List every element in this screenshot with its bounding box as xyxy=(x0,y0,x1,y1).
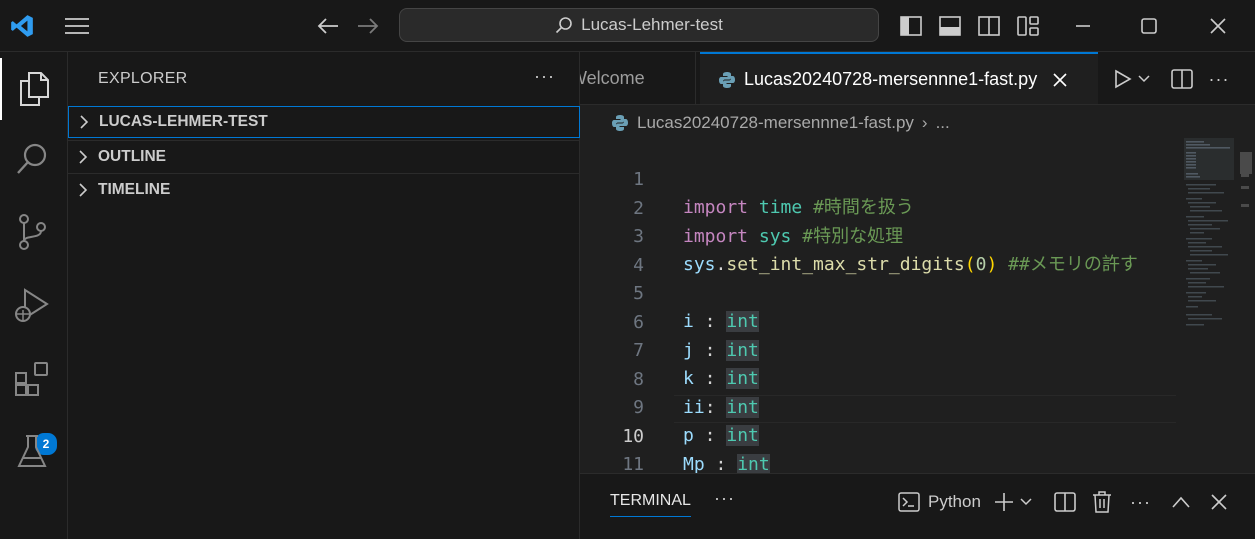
python-file-icon xyxy=(718,71,736,89)
code-line[interactable]: 3 sys.set_int_max_str_digits(0) ##メモリの許す xyxy=(580,195,1176,275)
toggle-primary-sidebar-icon[interactable] xyxy=(897,12,925,40)
maximize-panel-icon[interactable] xyxy=(1172,490,1190,514)
editor-scrollbar[interactable] xyxy=(1238,138,1255,473)
code-line[interactable]: 11 xyxy=(580,423,1176,473)
code-line[interactable]: 12 maxi : int xyxy=(580,452,1176,473)
files-icon xyxy=(17,71,51,107)
terminal-shell-label: Python xyxy=(928,492,981,511)
title-bar: Lucas-Lehmer-test xyxy=(0,0,1255,52)
python-file-icon xyxy=(611,114,629,132)
source-control-activity[interactable] xyxy=(0,201,64,263)
menu-icon[interactable] xyxy=(63,12,91,40)
chevron-down-icon xyxy=(1020,498,1032,506)
toggle-panel-icon[interactable] xyxy=(936,12,964,40)
code-editor[interactable]: 1 import time #時間を扱う 2 import sys #特別な処理… xyxy=(580,138,1176,473)
plus-icon xyxy=(994,492,1014,512)
code-line[interactable]: 5 i : int xyxy=(580,252,1176,332)
search-icon xyxy=(555,16,573,34)
tab-label: Welcome xyxy=(580,68,645,88)
section-outline[interactable]: OUTLINE xyxy=(68,140,580,172)
trash-icon[interactable] xyxy=(1092,490,1112,514)
tab-active-file[interactable]: Lucas20240728-mersennne1-fast.py xyxy=(700,52,1098,104)
editor-more-actions[interactable]: ··· xyxy=(1206,66,1232,92)
run-debug-activity[interactable] xyxy=(0,274,64,336)
breadcrumb-separator: › xyxy=(921,113,928,132)
terminal-icon xyxy=(898,492,920,512)
code-line[interactable]: 8 ii: int xyxy=(580,338,1176,418)
command-center-label: Lucas-Lehmer-test xyxy=(581,15,723,34)
explorer-sidebar: EXPLORER ··· LUCAS-LEHMER-TEST OUTLINE T… xyxy=(68,52,580,539)
run-debug-icon xyxy=(13,286,51,324)
code-line-current[interactable]: 10 Mp : int xyxy=(580,395,1176,473)
chevron-right-icon xyxy=(68,149,98,164)
chevron-down-icon xyxy=(1138,75,1150,83)
explorer-more-actions[interactable]: ··· xyxy=(534,66,555,87)
tab-label: Lucas20240728-mersennne1-fast.py xyxy=(744,69,1038,89)
search-icon xyxy=(15,142,49,176)
code-line[interactable]: 4 xyxy=(580,224,1176,276)
sidebar-title: EXPLORER xyxy=(98,70,188,87)
chevron-right-icon xyxy=(69,115,99,129)
breadcrumb: Lucas20240728-mersennne1-fast.py › ... xyxy=(611,112,950,134)
code-line[interactable]: 6 j : int xyxy=(580,281,1176,361)
maximize-icon[interactable] xyxy=(1135,12,1163,40)
editor-tab-bar: Welcome Lucas20240728-mersennne1-fast.py… xyxy=(580,52,1255,105)
extensions-icon xyxy=(13,360,51,398)
flask-icon xyxy=(16,434,48,470)
source-control-icon xyxy=(16,213,48,251)
code-line[interactable]: 2 import sys #特別な処理 xyxy=(580,167,1176,247)
terminal-shell-selector[interactable]: Python xyxy=(898,490,981,514)
panel-more-actions[interactable]: ··· xyxy=(1130,490,1151,514)
section-label: TIMELINE xyxy=(98,180,171,198)
minimize-icon[interactable] xyxy=(1069,12,1097,40)
explorer-activity[interactable] xyxy=(0,58,66,120)
close-tab-icon[interactable] xyxy=(1053,72,1067,87)
vscode-logo-icon xyxy=(8,12,36,40)
search-activity[interactable] xyxy=(0,128,64,190)
new-terminal-button[interactable] xyxy=(994,490,1032,514)
close-window-icon[interactable] xyxy=(1204,12,1232,40)
activity-bar: 2 xyxy=(0,52,68,539)
extensions-activity[interactable] xyxy=(0,348,64,410)
section-project-folder[interactable]: LUCAS-LEHMER-TEST xyxy=(68,106,580,138)
section-label: OUTLINE xyxy=(98,147,167,165)
breadcrumb-file[interactable]: Lucas20240728-mersennne1-fast.py xyxy=(637,113,914,133)
testing-activity[interactable] xyxy=(0,421,64,483)
section-timeline[interactable]: TIMELINE xyxy=(68,173,580,205)
tab-welcome[interactable]: Welcome xyxy=(580,52,696,104)
play-icon xyxy=(1114,69,1132,89)
breadcrumb-more[interactable]: ... xyxy=(936,113,950,133)
back-arrow-icon[interactable] xyxy=(314,12,342,40)
split-terminal-icon[interactable] xyxy=(1054,490,1076,514)
command-center-search[interactable]: Lucas-Lehmer-test xyxy=(399,8,879,42)
forward-arrow-icon[interactable] xyxy=(354,12,382,40)
close-panel-icon[interactable] xyxy=(1211,490,1227,514)
code-line[interactable]: 7 k : int xyxy=(580,309,1176,389)
chevron-right-icon xyxy=(68,182,98,197)
panel-more-tabs[interactable]: ··· xyxy=(714,488,735,509)
code-line[interactable]: 1 import time #時間を扱う xyxy=(580,138,1176,218)
customize-layout-icon[interactable] xyxy=(1014,12,1042,40)
section-label: LUCAS-LEHMER-TEST xyxy=(99,113,268,130)
minimap[interactable] xyxy=(1176,138,1238,473)
code-line[interactable]: 9 p : int xyxy=(580,366,1176,446)
bottom-panel: TERMINAL ··· Python ··· xyxy=(580,473,1255,539)
split-editor-icon[interactable] xyxy=(1170,66,1194,92)
tab-terminal[interactable]: TERMINAL xyxy=(610,492,691,517)
toggle-secondary-sidebar-icon[interactable] xyxy=(975,12,1003,40)
run-python-file-button[interactable] xyxy=(1112,66,1152,92)
